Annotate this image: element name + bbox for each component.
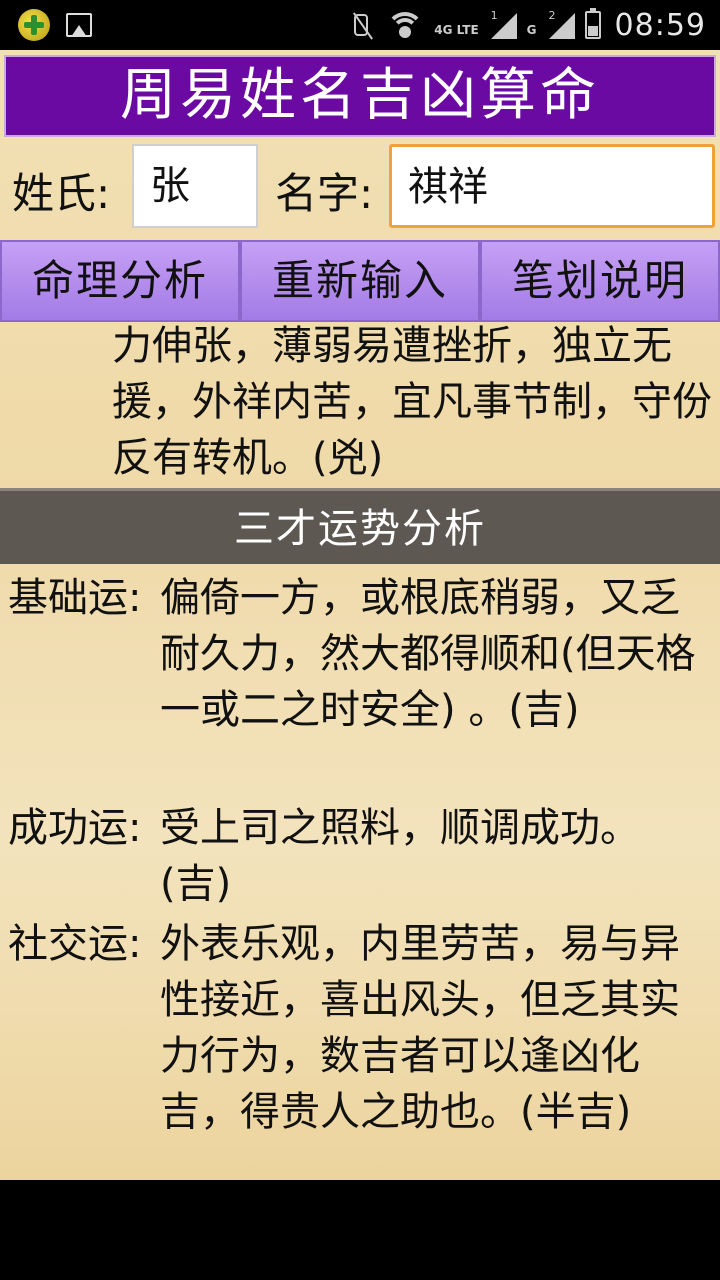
- status-bar: 4G LTE 1 G 2 08:59: [0, 0, 720, 50]
- analyze-button[interactable]: 命理分析: [0, 240, 240, 322]
- wifi-icon: [386, 10, 425, 40]
- row-value: 外表乐观，内里劳苦，易与异性接近，喜出风头，但乏其实力行为，数吉者可以逢凶化吉，…: [160, 921, 680, 1135]
- bottom-black-bar: [0, 1180, 720, 1280]
- app-notification-icon: [18, 9, 50, 41]
- surname-label: 姓氏:: [12, 169, 111, 218]
- action-buttons: 命理分析 重新输入 笔划说明: [0, 240, 720, 322]
- image-notification-icon: [66, 13, 92, 37]
- app-screen: 周易姓名吉凶算命 姓氏: 张 名字: 祺祥 命理分析 重新输入 笔划说明 力伸张…: [0, 50, 720, 1180]
- app-title: 周易姓名吉凶算命: [4, 55, 716, 137]
- row-value: 受上司之照料，顺调成功。(吉): [160, 805, 640, 907]
- row-key: 成功运:: [8, 805, 142, 851]
- clock: 08:59: [614, 7, 706, 43]
- sim2-label: 2: [548, 9, 556, 22]
- row-key: 基础运:: [8, 575, 142, 621]
- row-key: 社交运:: [8, 921, 142, 967]
- result-scroll-area[interactable]: 力伸张，薄弱易遭挫折，独立无援，外祥内苦，宜凡事节制，守份反有转机。(兇) 三才…: [0, 322, 720, 1180]
- mute-icon: [350, 10, 376, 40]
- signal-sim1-icon: 1: [489, 9, 517, 39]
- battery-icon: [584, 8, 601, 39]
- surname-input[interactable]: 张: [132, 144, 258, 228]
- row-value: 偏倚一方，或根底稍弱，又乏耐久力，然大都得顺和(但天格一或二之时安全) 。(吉): [160, 575, 696, 733]
- stroke-explanation-button[interactable]: 笔划说明: [480, 240, 720, 322]
- name-input-row: 姓氏: 张 名字: 祺祥: [0, 140, 720, 236]
- sim2-network-label: G: [526, 23, 537, 37]
- reset-button[interactable]: 重新输入: [240, 240, 480, 322]
- given-name-label: 名字:: [275, 169, 374, 218]
- sim1-label: 1: [490, 9, 498, 22]
- signal-sim2-icon: 2: [547, 9, 575, 39]
- section-title-sancai: 三才运势分析: [0, 488, 720, 564]
- given-name-input[interactable]: 祺祥: [389, 144, 715, 228]
- previous-result-text: 力伸张，薄弱易遭挫折，独立无援，外祥内苦，宜凡事节制，守份反有转机。(兇): [112, 323, 712, 481]
- network-type-label: 4G LTE: [434, 23, 479, 37]
